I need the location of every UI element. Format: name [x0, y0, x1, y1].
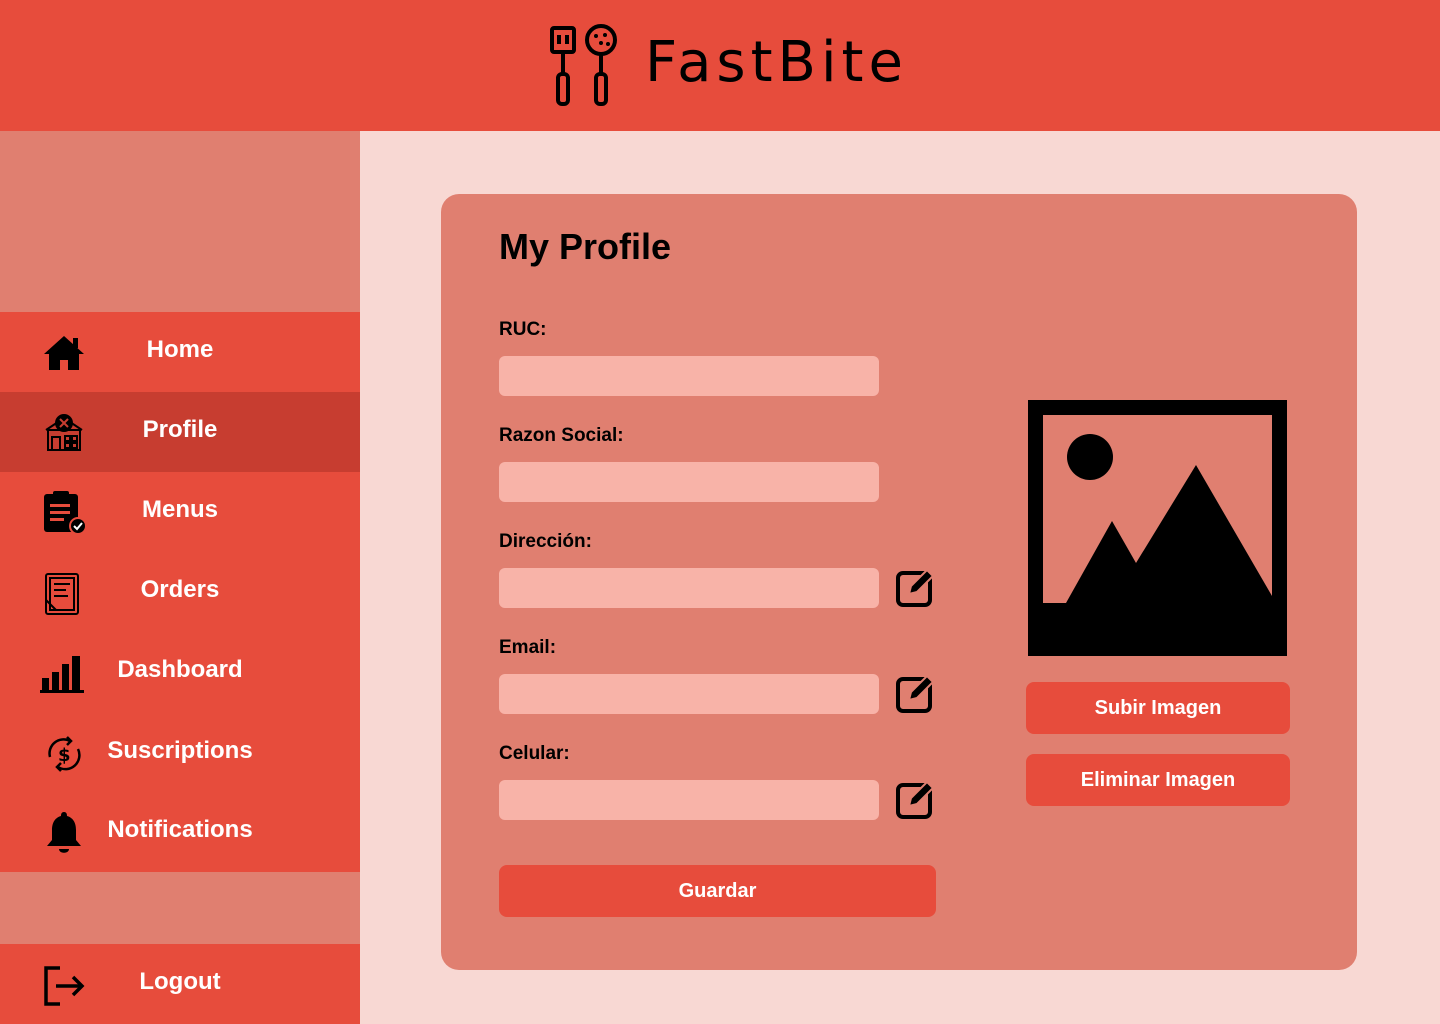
save-button[interactable]: Guardar	[499, 865, 936, 917]
celular-field[interactable]	[499, 780, 879, 820]
email-field[interactable]	[499, 674, 879, 714]
sidebar-item-profile[interactable]: Profile	[0, 392, 360, 472]
app-header: FastBite	[0, 0, 1440, 131]
sidebar-item-menus[interactable]: Menus	[0, 472, 360, 552]
edit-celular-icon[interactable]	[895, 778, 937, 820]
profile-card: My Profile RUC: Razon Social: Dirección:…	[441, 194, 1357, 970]
logout-label: Logout	[139, 968, 221, 995]
edit-direccion-icon[interactable]	[895, 566, 937, 608]
sidebar-item-dashboard[interactable]: Dashboard	[0, 632, 360, 712]
ruc-field[interactable]	[499, 356, 879, 396]
celular-label: Celular:	[499, 743, 570, 764]
sidebar-item-orders[interactable]: Orders	[0, 552, 360, 632]
brand-name: FastBite	[645, 30, 908, 95]
delete-image-button[interactable]: Eliminar Imagen	[1026, 754, 1290, 806]
sidebar-item-label: Notifications	[107, 816, 253, 843]
razon-social-field[interactable]	[499, 462, 879, 502]
sidebar-item-home[interactable]: Home	[0, 312, 360, 392]
sidebar-item-label: Home	[146, 336, 214, 363]
sidebar-nav: Home Profile Menus Orders Dashboard $ Su…	[0, 312, 360, 872]
ruc-label: RUC:	[499, 319, 547, 340]
image-placeholder-icon	[1028, 400, 1287, 656]
page-title: My Profile	[499, 226, 672, 267]
razon-social-label: Razon Social:	[499, 425, 624, 446]
logout-button[interactable]: Logout	[0, 944, 360, 1024]
direccion-field[interactable]	[499, 568, 879, 608]
sidebar-item-label: Dashboard	[117, 656, 243, 683]
upload-image-button[interactable]: Subir Imagen	[1026, 682, 1290, 734]
email-label: Email:	[499, 637, 557, 658]
sidebar-item-label: Suscriptions	[107, 737, 253, 764]
sidebar-item-label: Profile	[142, 416, 218, 443]
sidebar-item-label: Menus	[141, 496, 218, 523]
kitchen-utensils-icon	[550, 24, 617, 106]
direccion-label: Dirección:	[499, 531, 592, 552]
sidebar: Home Profile Menus Orders Dashboard $ Su…	[0, 131, 360, 1024]
edit-email-icon[interactable]	[895, 672, 937, 714]
sidebar-item-notifications[interactable]: Notifications	[0, 792, 360, 872]
sidebar-item-label: Orders	[140, 576, 220, 603]
sidebar-item-suscriptions[interactable]: $ Suscriptions	[0, 713, 360, 793]
